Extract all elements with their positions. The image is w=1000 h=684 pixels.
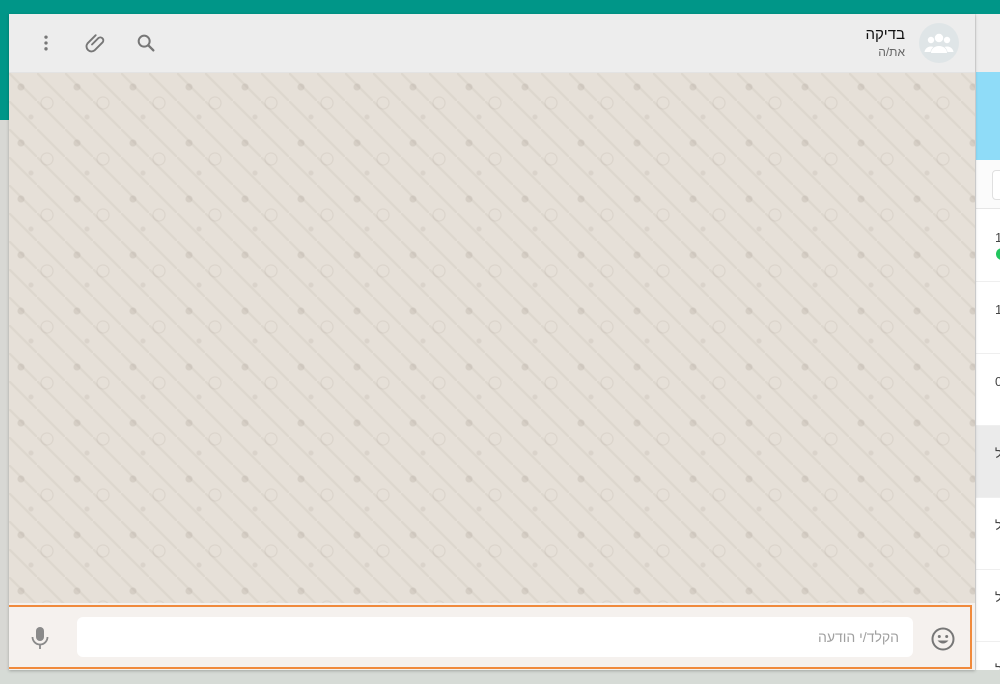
conversation-header: בדיקה את/ה: [9, 14, 975, 73]
chat-list-item[interactable]: ל: [976, 570, 1000, 642]
chat-list-item-text: ל: [995, 518, 1000, 533]
chat-list-item[interactable]: 0: [976, 354, 1000, 426]
app-left-margin: [0, 120, 9, 684]
chat-list-search-area: [976, 160, 1000, 209]
search-button[interactable]: [133, 30, 159, 56]
chat-list-item-text: ל: [995, 662, 1000, 670]
microphone-icon: [29, 625, 51, 651]
notification-banner[interactable]: [976, 72, 1000, 160]
search-icon: [135, 32, 157, 54]
chat-list-item[interactable]: ל: [976, 642, 1000, 670]
unread-badge: [996, 248, 1000, 260]
attach-button[interactable]: [83, 30, 109, 56]
app-top-band: [0, 0, 1000, 14]
message-input[interactable]: [77, 617, 913, 657]
app-bottom-margin: [0, 670, 1000, 684]
chat-list-item-text: 1: [995, 302, 1000, 317]
menu-button[interactable]: [33, 30, 59, 56]
conversation-pane: בדיקה את/ה: [9, 14, 975, 670]
group-avatar-icon: [924, 32, 954, 54]
more-vertical-icon: [36, 33, 56, 53]
header-actions: [33, 28, 159, 58]
message-area[interactable]: [9, 73, 975, 603]
chat-list-item-text: 0: [995, 374, 1000, 389]
chat-list-item-text: ל: [995, 446, 1000, 461]
chat-list: 1 1 0 ל ל ל ל: [976, 210, 1000, 670]
contact-name: בדיקה: [865, 26, 905, 44]
chat-list-item[interactable]: 1: [976, 282, 1000, 354]
voice-message-button[interactable]: [27, 625, 53, 651]
chat-list-item[interactable]: ל: [976, 498, 1000, 570]
contact-text: בדיקה את/ה: [865, 26, 905, 60]
smiley-icon: [930, 626, 956, 652]
emoji-button[interactable]: [929, 625, 957, 653]
chat-list-search-input[interactable]: [992, 170, 1000, 200]
app-left-band: [0, 14, 9, 120]
contact-info[interactable]: בדיקה את/ה: [865, 22, 959, 64]
avatar[interactable]: [919, 23, 959, 63]
chat-list-panel: 1 1 0 ל ל ל ל: [975, 14, 1000, 670]
chat-list-item[interactable]: 1: [976, 210, 1000, 282]
chat-list-header: [976, 14, 1000, 72]
chat-list-item-text: 1: [995, 230, 1000, 245]
chat-list-item-active[interactable]: ל: [976, 426, 1000, 498]
contact-status: את/ה: [865, 44, 905, 60]
paperclip-icon: [84, 31, 108, 55]
chat-list-item-text: ל: [995, 590, 1000, 605]
